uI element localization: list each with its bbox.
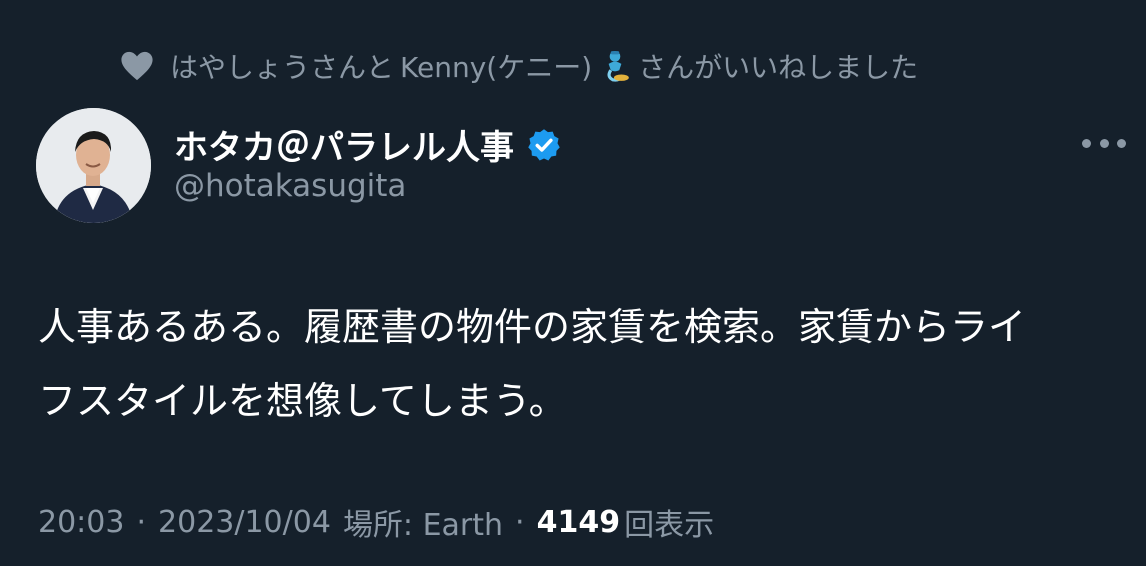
views-label: 回表示 <box>624 508 715 543</box>
verified-badge-icon[interactable] <box>526 127 562 163</box>
avatar[interactable] <box>36 108 151 223</box>
more-dot-icon <box>1082 138 1091 148</box>
more-dot-icon <box>1117 138 1126 148</box>
meta-separator: · <box>515 504 525 540</box>
author-row: ホタカ＠パラレル人事 <box>174 120 562 169</box>
heart-icon <box>121 51 153 81</box>
social-context-second-liker[interactable]: Kenny(ケニー) <box>400 46 592 86</box>
views-count: 4149 <box>536 504 621 540</box>
avatar-photo <box>36 108 151 223</box>
more-dot-icon <box>1099 138 1109 148</box>
author-handle[interactable]: @hotakasugita <box>174 168 406 204</box>
social-context-prefix[interactable]: はやしょうさんと <box>170 46 394 86</box>
social-context-suffix: さんがいいねしました <box>638 51 919 84</box>
more-options-button[interactable] <box>1082 128 1126 158</box>
tweet-text: 人事あるある。履歴書の物件の家賃を検索。家賃からライ フスタイルを想像してしまう… <box>38 290 1118 438</box>
tweet-date[interactable]: 2023/10/04 <box>158 505 331 540</box>
meta-separator: · <box>136 504 147 540</box>
tweet-text-line: 人事あるある。履歴書の物件の家賃を検索。家賃からライ <box>38 305 1027 349</box>
genie-emoji-icon <box>607 51 629 82</box>
social-context: はやしょうさんと Kenny(ケニー) さんがいいねしました <box>120 44 918 88</box>
tweet-location[interactable]: 場所: Earth <box>343 500 503 544</box>
tweet-meta: 20:03 · 2023/10/04 場所: Earth · 4149 回表示 <box>38 500 714 544</box>
tweet-text-line: フスタイルを想像してしまう。 <box>38 379 567 423</box>
tweet-time[interactable]: 20:03 <box>38 505 124 540</box>
author-name[interactable]: ホタカ＠パラレル人事 <box>174 120 514 169</box>
